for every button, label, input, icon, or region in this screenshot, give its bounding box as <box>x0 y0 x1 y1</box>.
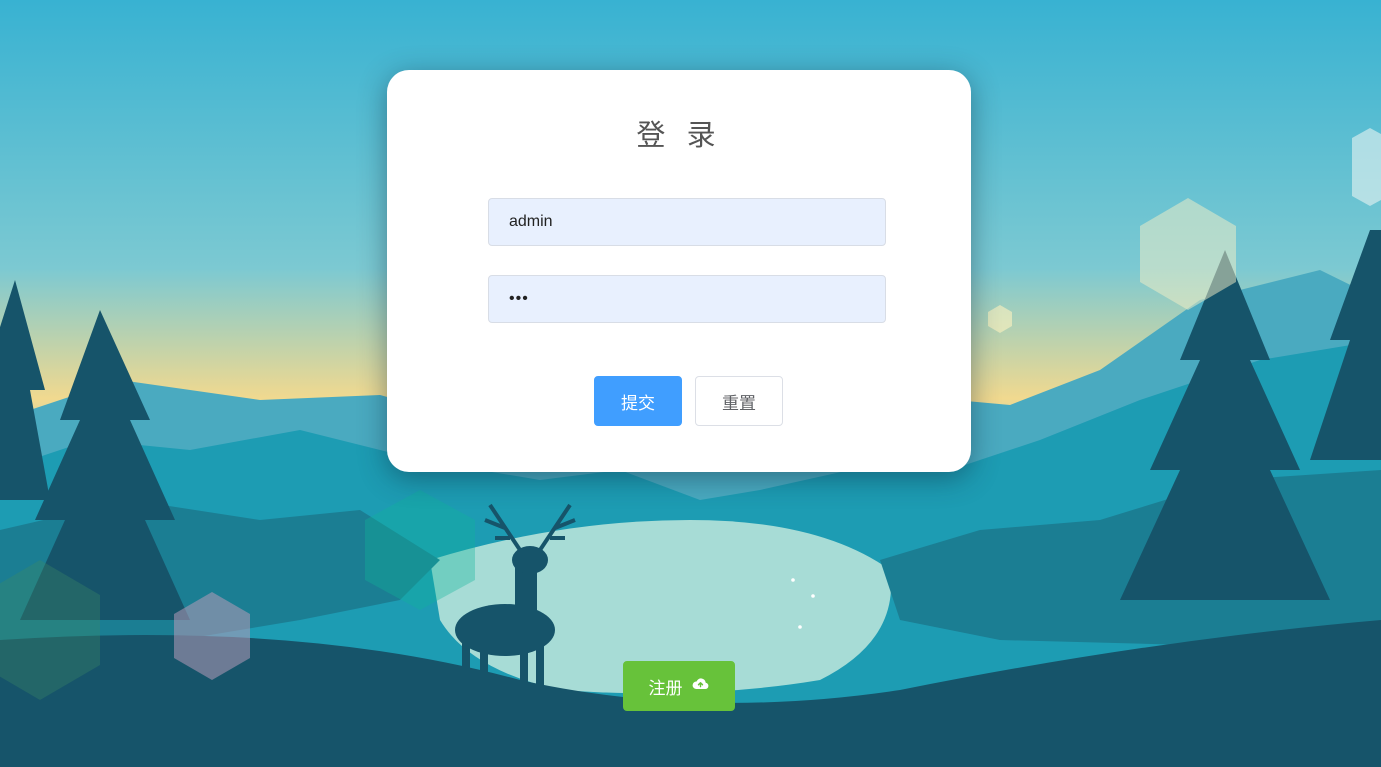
submit-button-label: 提交 <box>621 393 655 414</box>
login-card: 登 录 提交 重置 <box>387 70 971 472</box>
login-title: 登 录 <box>636 118 722 152</box>
upload-cloud-icon <box>691 674 710 698</box>
register-button[interactable]: 注册 <box>623 661 735 711</box>
username-input[interactable] <box>488 198 886 246</box>
reset-button[interactable]: 重置 <box>695 376 783 426</box>
password-input[interactable] <box>488 275 886 323</box>
reset-button-label: 重置 <box>722 393 756 414</box>
register-button-label: 注册 <box>648 678 683 699</box>
submit-button[interactable]: 提交 <box>594 376 682 426</box>
